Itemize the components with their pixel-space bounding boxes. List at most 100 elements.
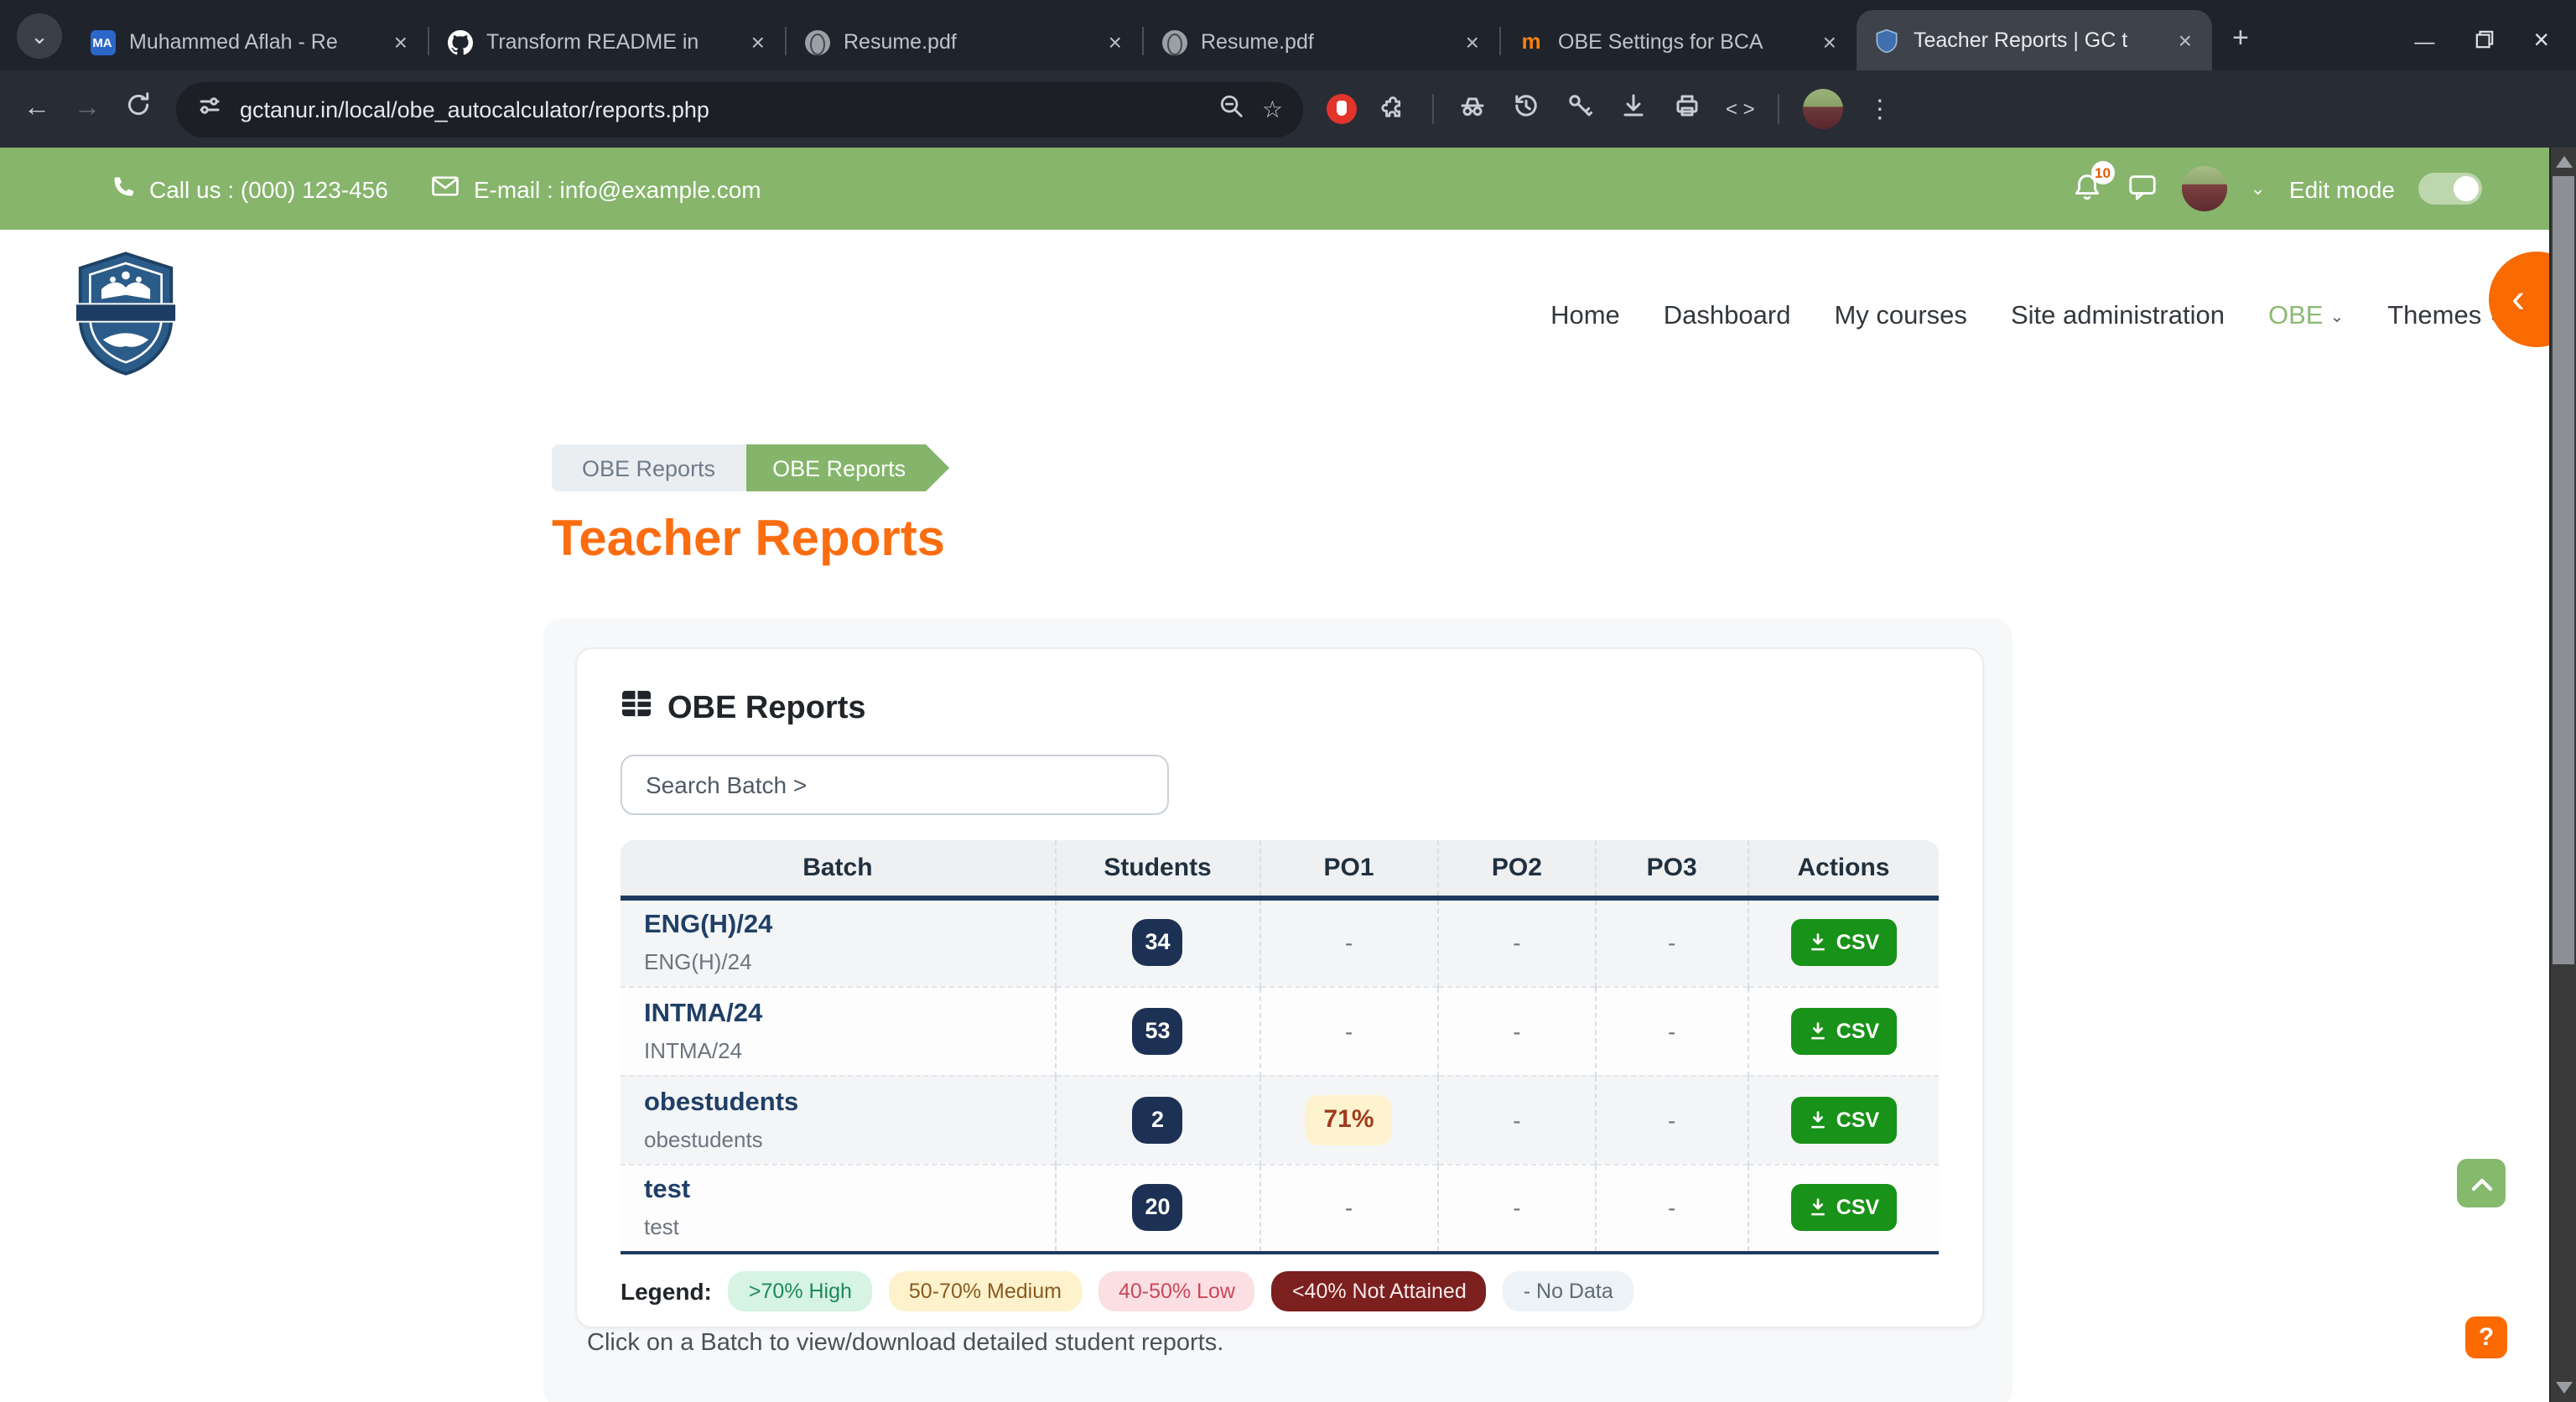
close-icon[interactable]: ×: [2175, 27, 2195, 54]
po3-cell: -: [1596, 897, 1748, 986]
forward-icon[interactable]: →: [74, 94, 101, 124]
actions-cell: CSV: [1748, 897, 1939, 986]
restore-icon[interactable]: [2475, 30, 2493, 54]
new-tab-button[interactable]: +: [2222, 22, 2259, 55]
incognito-icon[interactable]: [1457, 90, 1488, 128]
back-icon[interactable]: ←: [23, 94, 50, 124]
table-row: INTMA/24 INTMA/24 53 - - - CSV: [621, 986, 1939, 1075]
legend-not-attained: <40% Not Attained: [1272, 1271, 1487, 1311]
close-icon[interactable]: ×: [1820, 29, 1840, 55]
browser-menu-icon[interactable]: ⋮: [1867, 94, 1893, 124]
tab-3[interactable]: Resume.pdf ×: [787, 13, 1142, 70]
edit-mode-toggle[interactable]: [2418, 173, 2482, 205]
bookmark-star-icon[interactable]: ☆: [1262, 95, 1283, 123]
nav-dashboard[interactable]: Dashboard: [1664, 302, 1791, 332]
minimize-icon[interactable]: —: [2414, 30, 2434, 54]
csv-download-button[interactable]: CSV: [1791, 1185, 1896, 1232]
batch-subtitle: INTMA/24: [644, 1037, 1053, 1062]
tab-2[interactable]: Transform README in ×: [429, 13, 785, 70]
tab-4[interactable]: Resume.pdf ×: [1144, 13, 1499, 70]
batch-cell[interactable]: obestudents obestudents: [621, 1075, 1056, 1164]
col-actions: Actions: [1748, 840, 1939, 897]
user-avatar[interactable]: [2181, 166, 2226, 211]
nav-home[interactable]: Home: [1550, 302, 1620, 332]
search-batch-input[interactable]: [621, 755, 1169, 815]
dev-code-icon[interactable]: < >: [1726, 97, 1755, 121]
print-icon[interactable]: [1672, 90, 1702, 128]
table-row: obestudents obestudents 2 71% - - CSV: [621, 1075, 1939, 1164]
zoom-out-icon[interactable]: [1218, 91, 1245, 127]
nav-obe[interactable]: OBE ⌄: [2268, 302, 2344, 332]
tab-title: OBE Settings for BCA: [1558, 30, 1806, 54]
email-icon: [432, 174, 460, 203]
downloads-icon[interactable]: [1618, 90, 1649, 128]
batch-link[interactable]: ENG(H)/24: [644, 911, 1053, 941]
po1-cell: -: [1259, 897, 1437, 986]
scrollbar-up-arrow[interactable]: [2556, 156, 2573, 168]
nav-my-courses[interactable]: My courses: [1834, 302, 1967, 332]
window-controls: — ×: [2414, 27, 2576, 70]
scrollbar-down-arrow[interactable]: [2556, 1382, 2573, 1394]
college-shield-icon: [1873, 27, 1900, 54]
reload-icon[interactable]: [124, 91, 153, 127]
messages-icon[interactable]: [2126, 170, 2158, 207]
po2-cell: -: [1438, 1075, 1597, 1164]
nav-themes[interactable]: Themes ⌄: [2387, 302, 2502, 332]
students-cell: 2: [1056, 1075, 1260, 1164]
batch-cell[interactable]: test test: [621, 1164, 1056, 1253]
po3-cell: -: [1596, 986, 1748, 1075]
browser-window: ⌄ MA Muhammed Aflah - Re × Transform REA…: [0, 0, 2576, 1402]
card-heading-label: OBE Reports: [667, 690, 866, 727]
card-heading: OBE Reports: [621, 689, 1939, 728]
scrollbar-thumb[interactable]: [2553, 176, 2574, 964]
batch-link[interactable]: test: [644, 1176, 1053, 1207]
legend-bar: Legend: >70% High 50-70% Medium 40-50% L…: [621, 1263, 1939, 1327]
extensions-puzzle-icon[interactable]: [1380, 91, 1409, 127]
breadcrumb-item-active[interactable]: OBE Reports: [745, 444, 949, 491]
close-icon[interactable]: ×: [391, 29, 411, 55]
email-label: E-mail : info@example.com: [474, 175, 761, 202]
browser-profile-avatar[interactable]: [1804, 89, 1844, 129]
csv-label: CSV: [1836, 1197, 1879, 1220]
drawer-chevron-icon: ‹: [2511, 276, 2525, 323]
close-icon[interactable]: ×: [1105, 29, 1125, 55]
notifications-bell-icon[interactable]: 10: [2070, 170, 2102, 207]
batch-link[interactable]: INTMA/24: [644, 999, 1053, 1029]
moodle-icon: m: [1518, 29, 1545, 55]
tab-search-button[interactable]: ⌄: [17, 13, 62, 59]
table-grid-icon: [621, 689, 652, 728]
url-text[interactable]: gctanur.in/local/obe_autocalculator/repo…: [240, 96, 1202, 122]
close-icon[interactable]: ×: [748, 29, 768, 55]
reports-container: OBE Reports Batch Students PO1 PO2 PO3 A…: [543, 619, 2012, 1402]
password-key-icon[interactable]: [1565, 90, 1595, 128]
adblock-extension-icon[interactable]: [1327, 94, 1357, 124]
batch-cell[interactable]: ENG(H)/24 ENG(H)/24: [621, 897, 1056, 986]
tab-active[interactable]: Teacher Reports | GC t ×: [1857, 10, 2212, 70]
batch-cell[interactable]: INTMA/24 INTMA/24: [621, 986, 1056, 1075]
batch-link[interactable]: obestudents: [644, 1088, 1053, 1118]
notification-count-badge: 10: [2090, 160, 2114, 184]
url-bar[interactable]: gctanur.in/local/obe_autocalculator/repo…: [176, 81, 1303, 137]
tab-title: Teacher Reports | GC t: [1914, 29, 2162, 52]
col-po1: PO1: [1259, 840, 1437, 897]
obe-reports-card: OBE Reports Batch Students PO1 PO2 PO3 A…: [575, 647, 1984, 1328]
site-settings-icon[interactable]: [196, 91, 223, 127]
tab-5[interactable]: m OBE Settings for BCA ×: [1501, 13, 1857, 70]
close-window-icon[interactable]: ×: [2533, 27, 2549, 57]
history-icon[interactable]: [1511, 90, 1541, 128]
breadcrumb-item[interactable]: OBE Reports: [552, 444, 745, 491]
scroll-to-top-button[interactable]: [2457, 1159, 2506, 1207]
page-content: OBE Reports OBE Reports Teacher Reports …: [0, 404, 2576, 1402]
user-menu-chevron-icon[interactable]: ⌄: [2250, 178, 2265, 200]
col-po2: PO2: [1438, 840, 1597, 897]
csv-download-button[interactable]: CSV: [1791, 919, 1896, 966]
nav-site-administration[interactable]: Site administration: [2011, 302, 2225, 332]
close-icon[interactable]: ×: [1462, 29, 1483, 55]
page-scrollbar[interactable]: [2549, 148, 2576, 1402]
csv-download-button[interactable]: CSV: [1791, 1096, 1896, 1143]
college-logo[interactable]: [74, 249, 178, 385]
tab-1[interactable]: MA Muhammed Aflah - Re ×: [72, 13, 428, 70]
csv-download-button[interactable]: CSV: [1791, 1007, 1896, 1054]
help-button[interactable]: ?: [2465, 1316, 2507, 1358]
phone-label: Call us : (000) 123-456: [149, 175, 388, 202]
